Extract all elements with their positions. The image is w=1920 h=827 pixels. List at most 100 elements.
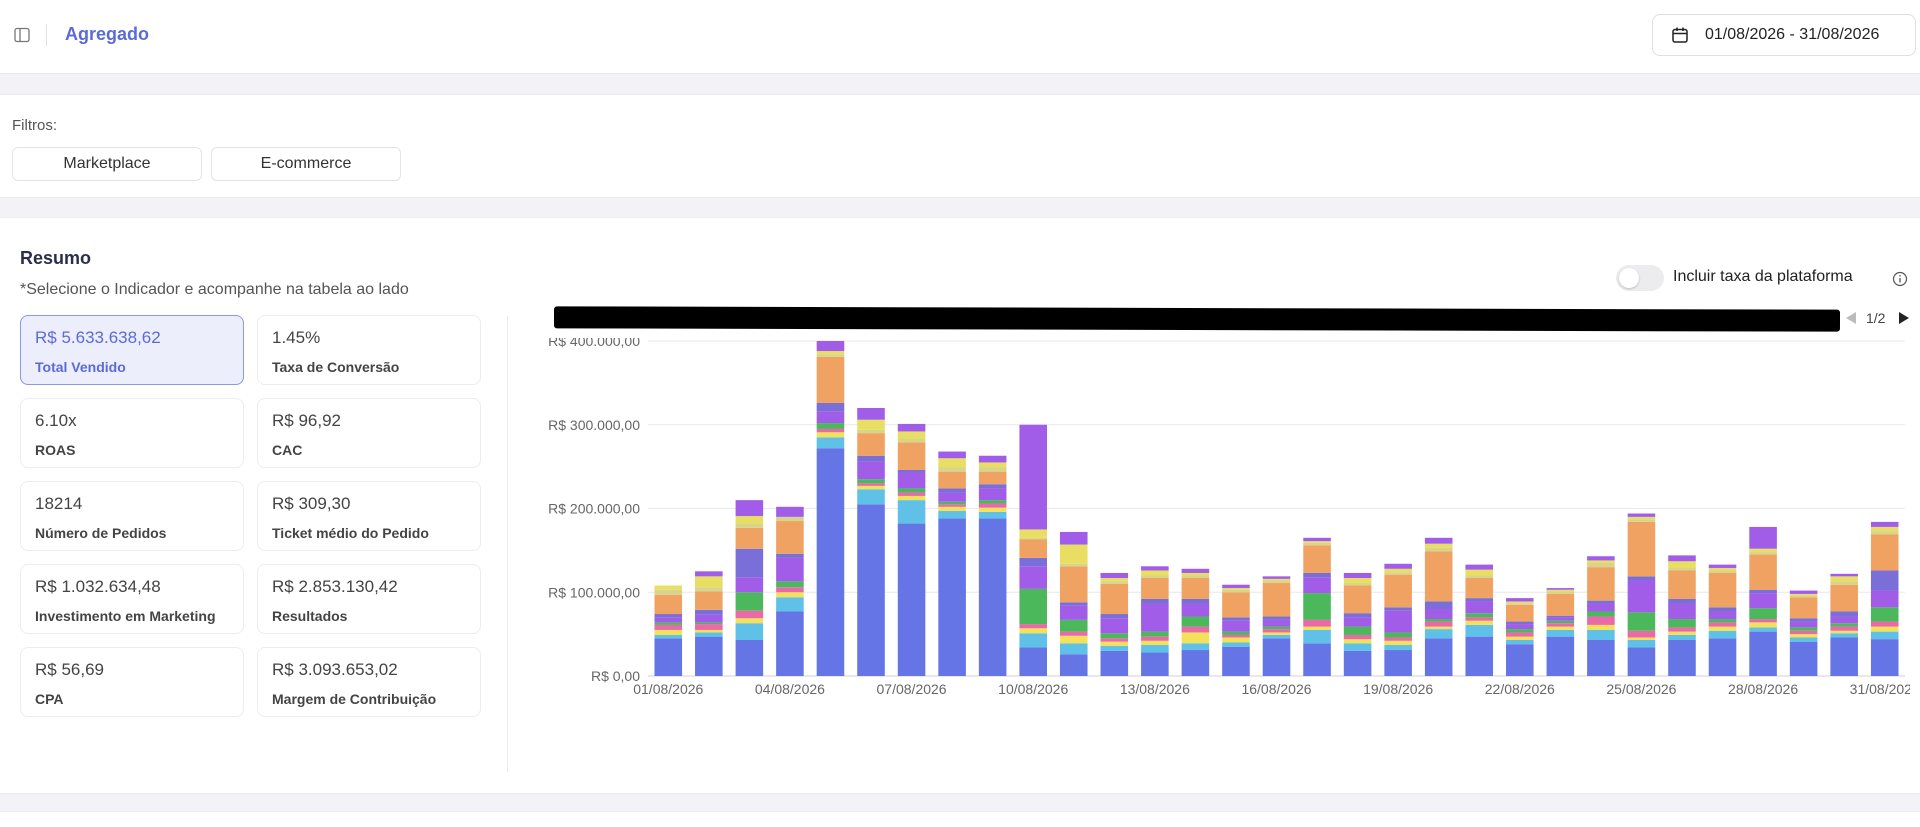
bar-segment — [1222, 592, 1250, 618]
bar-segment — [816, 448, 845, 676]
kpi-label: CPA — [35, 691, 64, 707]
kpi-cpa[interactable]: R$ 56,69 CPA — [20, 647, 244, 717]
bar-segment — [735, 577, 764, 593]
bar-segment — [1789, 618, 1818, 622]
bar-segment — [1546, 617, 1575, 621]
bar-segment — [735, 592, 764, 611]
bar-segment — [1019, 557, 1047, 567]
bar-segment — [1546, 593, 1575, 616]
bar-segment — [1059, 602, 1088, 606]
bar-segment — [695, 624, 723, 630]
bar-segment — [1587, 624, 1615, 630]
bar-segment — [1100, 583, 1129, 615]
bar-segment — [857, 479, 885, 484]
bar-segment — [1465, 598, 1494, 602]
bar-segment — [695, 629, 723, 633]
bar-segment — [1262, 576, 1291, 579]
kpi-resultados[interactable]: R$ 2.853.130,42 Resultados — [257, 564, 481, 634]
bar-segment — [1546, 588, 1575, 590]
legend-prev-icon[interactable] — [1844, 310, 1858, 326]
bar-segment — [1830, 616, 1858, 624]
bar-segment — [1384, 640, 1412, 646]
bar-segment — [1262, 634, 1291, 639]
bar-segment — [1181, 650, 1210, 676]
bar-segment — [776, 521, 804, 554]
bar-segment — [1181, 626, 1210, 633]
x-tick-label: 16/08/2026 — [1241, 681, 1311, 697]
kpi-margem-contribuicao[interactable]: R$ 3.093.653,02 Margem de Contribuição — [257, 647, 481, 717]
bar-segment — [938, 501, 966, 505]
kpi-total-vendido[interactable]: R$ 5.633.638,62 Total Vendido — [20, 315, 244, 385]
bar-segment — [776, 587, 804, 593]
bar-segment — [735, 610, 764, 619]
bar-segment — [897, 469, 926, 473]
bar-segment — [1668, 570, 1696, 599]
bar-segment — [695, 587, 723, 592]
bar-segment — [1343, 643, 1372, 651]
bar-segment — [1141, 570, 1169, 576]
bar-segment — [1870, 590, 1899, 608]
info-icon[interactable] — [1892, 271, 1908, 287]
bar-segment — [938, 488, 966, 493]
bar-segment — [1059, 605, 1088, 620]
bar-segment — [1222, 617, 1250, 621]
kpi-roas[interactable]: 6.10x ROAS — [20, 398, 244, 468]
bar-segment — [1181, 568, 1210, 573]
kpi-taxa-conversao[interactable]: 1.45% Taxa de Conversão — [257, 315, 481, 385]
kpi-ticket-medio[interactable]: R$ 309,30 Ticket médio do Pedido — [257, 481, 481, 551]
bar-segment — [1222, 584, 1250, 589]
bar-segment — [1506, 629, 1534, 633]
bar-segment — [1789, 597, 1818, 619]
kpi-numero-pedidos[interactable]: 18214 Número de Pedidos — [20, 481, 244, 551]
legend-next-icon[interactable] — [1897, 310, 1911, 326]
bar-segment — [1343, 578, 1372, 584]
chart-legend-redacted — [553, 306, 1841, 332]
bar-segment — [1506, 598, 1534, 602]
platform-fee-toggle[interactable] — [1616, 265, 1664, 291]
bar-segment — [1100, 633, 1129, 639]
bar-segment — [816, 402, 845, 412]
bar-segment — [816, 411, 845, 424]
bar-segment — [1059, 635, 1088, 644]
page-title: Agregado — [65, 24, 150, 44]
kpi-cac[interactable]: R$ 96,92 CAC — [257, 398, 481, 468]
bar-segment — [1627, 639, 1656, 648]
x-tick-label: 19/08/2026 — [1363, 681, 1433, 697]
bar-segment — [938, 518, 966, 676]
bar-segment — [1668, 619, 1696, 628]
kpi-value: R$ 2.853.130,42 — [272, 577, 398, 596]
bar-segment — [1303, 619, 1331, 627]
bar-segment — [1587, 560, 1615, 563]
bar-segment — [1019, 647, 1047, 676]
bar-segment — [938, 467, 966, 472]
bar-segment — [1100, 618, 1129, 634]
filter-ecommerce-button[interactable]: E-commerce — [211, 147, 401, 181]
bar-segment — [1506, 624, 1534, 630]
y-tick-label: R$ 400.000,00 — [548, 338, 640, 349]
bar-segment — [1424, 551, 1453, 602]
bar-segment — [1506, 639, 1534, 645]
bar-segment — [735, 548, 764, 578]
bar-segment — [1506, 644, 1534, 676]
bar-segment — [1708, 572, 1737, 608]
resumo-panel: Resumo *Selecione o Indicador e acompanh… — [0, 217, 1920, 794]
kpi-value: 1.45% — [272, 328, 321, 347]
bar-segment — [1181, 572, 1210, 576]
bar-segment — [816, 428, 845, 433]
bar-segment — [1424, 609, 1453, 620]
bar-segment — [938, 506, 966, 512]
bar-segment — [857, 504, 885, 676]
kpi-investimento-marketing[interactable]: R$ 1.032.634,48 Investimento em Marketin… — [20, 564, 244, 634]
bar-segment — [816, 356, 845, 403]
bar-segment — [1506, 603, 1534, 605]
filter-marketplace-button[interactable]: Marketplace — [12, 147, 202, 181]
bar-segment — [1587, 567, 1615, 601]
sidebar-toggle-icon[interactable] — [14, 27, 30, 43]
bar-segment — [897, 500, 926, 524]
bar-segment — [1708, 564, 1737, 568]
bar-segment — [897, 431, 926, 439]
bar-segment — [1384, 645, 1412, 651]
date-range-picker[interactable]: 01/08/2026 - 31/08/2026 — [1652, 14, 1916, 56]
bar-segment — [1830, 637, 1858, 676]
bar-segment — [816, 432, 845, 438]
